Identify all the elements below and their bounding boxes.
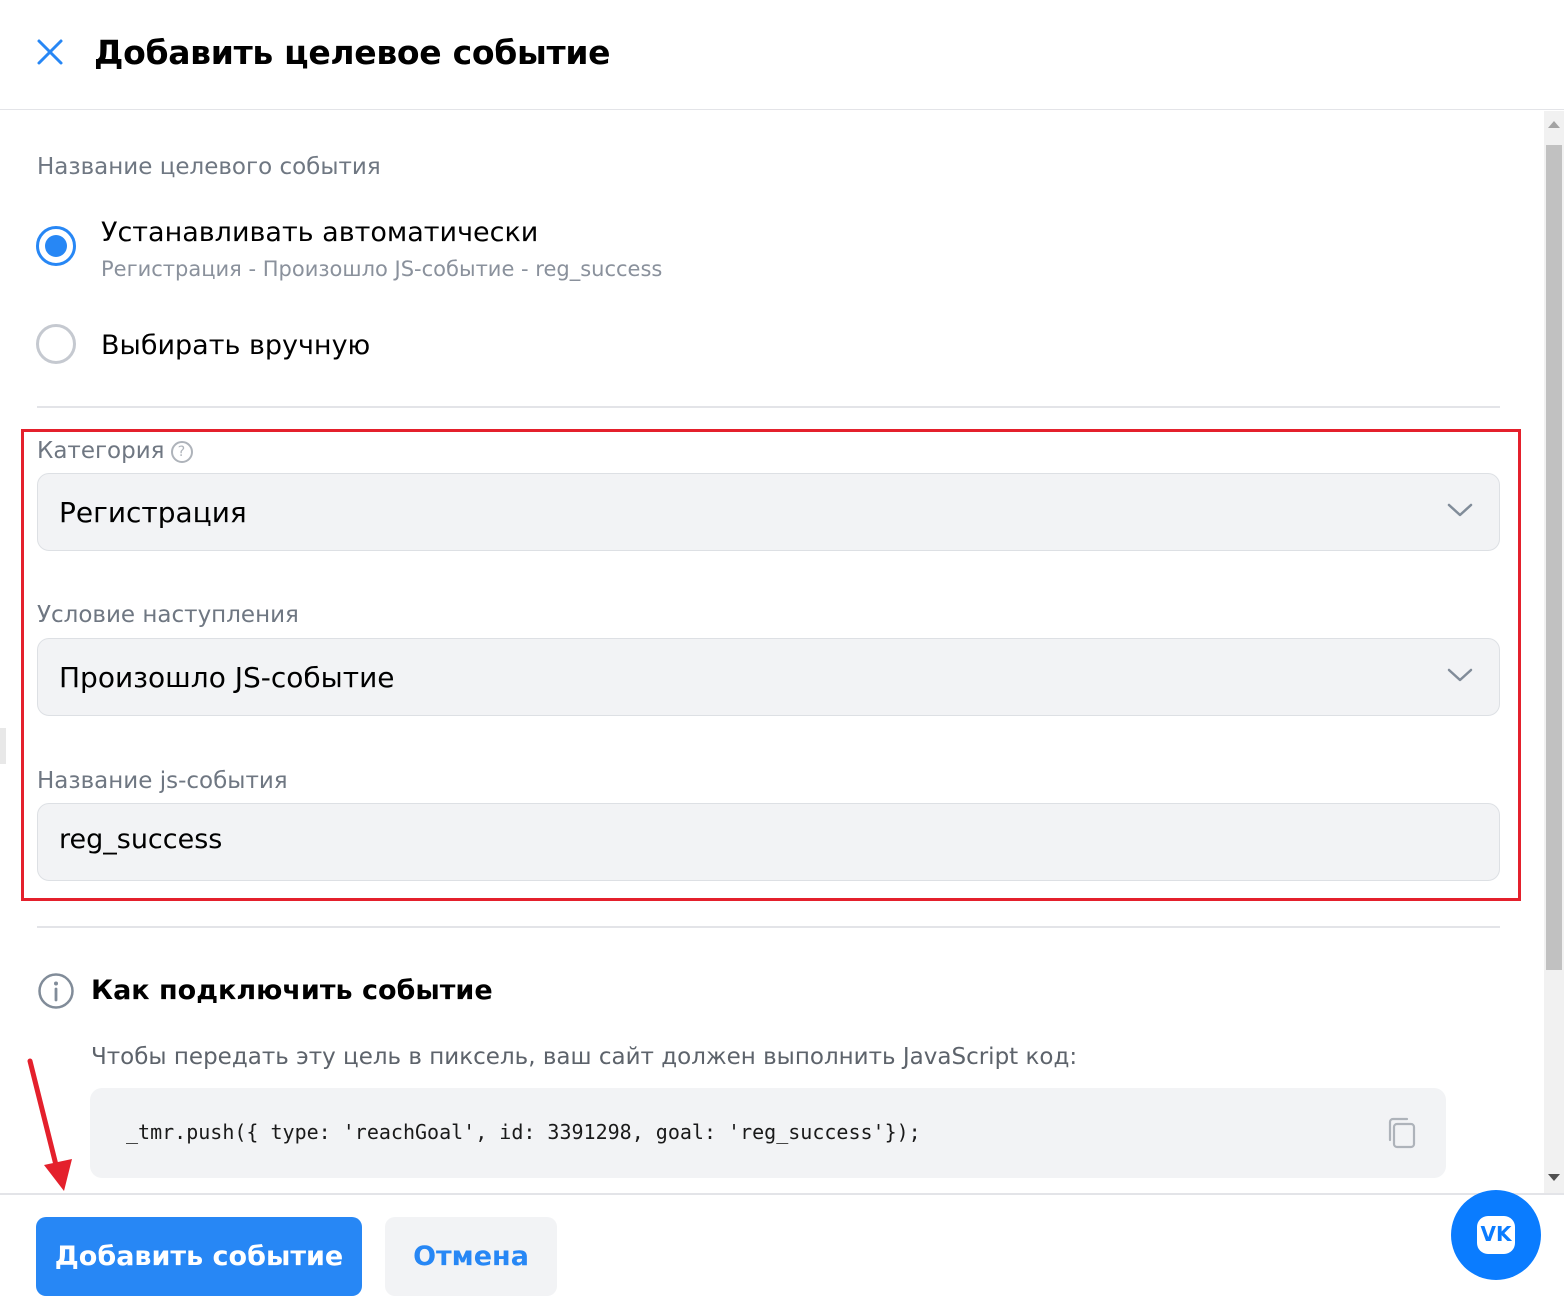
side-panel-edge [0,728,6,764]
modal-footer: Добавить событие Отмена [0,1193,1564,1306]
goal-name-section-label: Название целевого события [37,154,381,180]
code-snippet[interactable]: _tmr.push({ type: 'reachGoal', id: 33912… [126,1120,921,1144]
cancel-button[interactable]: Отмена [385,1217,557,1296]
close-icon[interactable] [30,32,70,72]
how-to-description: Чтобы передать эту цель в пиксель, ваш с… [91,1044,1078,1070]
vk-logo-text: VK [1480,1222,1512,1246]
how-to-title: Как подключить событие [91,975,493,1006]
vk-chat-button[interactable]: VK [1451,1190,1541,1280]
highlight-annotation [21,429,1521,901]
scroll-down-arrow-icon[interactable] [1548,1174,1560,1181]
page-title: Добавить целевое событие [94,33,611,72]
radio-auto-sublabel: Регистрация - Произошло JS-событие - reg… [101,257,663,281]
red-arrow-annotation [27,1058,72,1191]
divider [37,926,1500,928]
vk-logo-icon: VK [1477,1216,1515,1254]
radio-auto-label[interactable]: Устанавливать автоматически [101,217,538,248]
radio-auto[interactable] [36,226,76,266]
scroll-up-arrow-icon[interactable] [1548,121,1560,128]
code-block: _tmr.push({ type: 'reachGoal', id: 33912… [90,1088,1446,1178]
scrollbar[interactable] [1544,111,1564,1193]
scrollbar-thumb[interactable] [1546,145,1562,970]
radio-manual[interactable] [36,324,76,364]
info-icon [38,973,74,1009]
copy-icon[interactable] [1386,1116,1418,1150]
divider [37,406,1500,408]
modal-header: Добавить целевое событие [0,0,1564,110]
modal-body: Название целевого события Устанавливать … [0,111,1544,1193]
add-event-button[interactable]: Добавить событие [36,1217,362,1296]
radio-manual-label[interactable]: Выбирать вручную [101,330,370,361]
